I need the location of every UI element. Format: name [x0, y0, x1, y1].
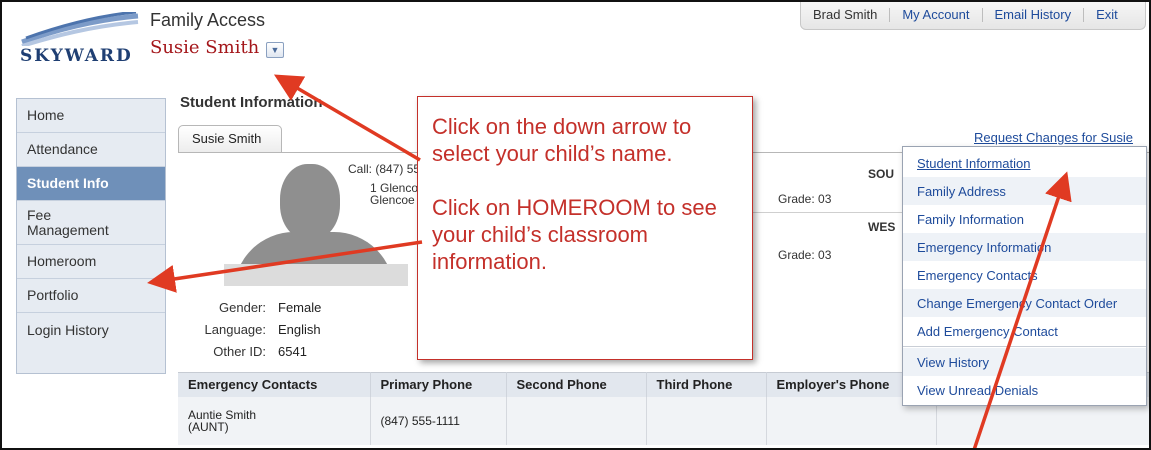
menu-item-emergency-information[interactable]: Emergency Information [903, 233, 1146, 261]
grade-2: Grade: 03 [778, 248, 831, 262]
gender-label: Gender: [219, 300, 266, 315]
other-id-value: 6541 [278, 344, 307, 359]
menu-item-emergency-contacts[interactable]: Emergency Contacts [903, 261, 1146, 289]
my-account-link[interactable]: My Account [890, 8, 983, 22]
menu-item-family-information[interactable]: Family Information [903, 205, 1146, 233]
grade-value: 03 [818, 192, 832, 206]
address-line-2: Glencoe [370, 193, 415, 207]
exit-link[interactable]: Exit [1084, 8, 1130, 22]
call-row: Call: (847) 55 [348, 162, 420, 176]
photo-caption-bar [224, 264, 408, 286]
sidebar-item-home[interactable]: Home [17, 99, 165, 133]
menu-item-view-unread-denials[interactable]: View Unread Denials [903, 376, 1146, 404]
sidebar-item-portfolio[interactable]: Portfolio [17, 279, 165, 313]
app-title: Family Access [150, 10, 266, 30]
column-header[interactable]: Emergency Contacts [178, 372, 371, 397]
callout-text-1: Click on the down arrow to select your c… [432, 114, 692, 166]
contact-relation: (AUNT) [188, 419, 229, 434]
arrow-to-name-dropdown [273, 74, 421, 162]
column-header[interactable]: Third Phone [646, 372, 767, 397]
sidebar-item-homeroom[interactable]: Homeroom [17, 245, 165, 279]
primary-phone-cell: (847) 555-1111 [370, 396, 507, 445]
student-name: Susie Smith [150, 37, 260, 58]
other-id-label: Other ID: [213, 344, 266, 359]
gender-value: Female [278, 300, 322, 315]
menu-item-add-emergency-contact[interactable]: Add Emergency Contact [903, 317, 1146, 345]
avatar-head [280, 164, 340, 240]
address: 1 Glenco Glencoe [370, 182, 418, 206]
current-user: Brad Smith [801, 8, 891, 22]
menu-item-family-address[interactable]: Family Address [903, 177, 1146, 205]
grade-label: Grade: [778, 248, 815, 262]
chevron-down-icon[interactable]: ▼ [266, 42, 284, 58]
contact-name-cell: Auntie Smith (AUNT) [178, 396, 371, 445]
logo-text: SKYWARD [20, 46, 133, 66]
email-history-link[interactable]: Email History [983, 8, 1085, 22]
call-label: Call: [348, 162, 373, 176]
request-changes-link[interactable]: Request Changes for Susie [974, 130, 1133, 145]
tab-student[interactable]: Susie Smith [178, 125, 282, 153]
skyward-logo: SKYWARD [20, 10, 140, 74]
grade-label: Grade: [778, 192, 815, 206]
logo-swoosh-icon [21, 10, 139, 48]
callout-text-2: Click on HOMEROOM to see your child’s cl… [432, 195, 717, 274]
school-name-1: SOU [868, 167, 895, 181]
sidebar-item-login-history[interactable]: Login History [17, 313, 165, 347]
sidebar-item-student-info[interactable]: Student Info [17, 167, 165, 201]
menu-item-student-information[interactable]: Student Information [903, 149, 1146, 177]
page-title: Student Information [180, 94, 323, 111]
sidebar-item-fee-management[interactable]: Fee Management [17, 201, 165, 245]
language-label: Language: [204, 322, 266, 337]
column-header[interactable]: Second Phone [506, 372, 647, 397]
header: SKYWARD Family Access Susie Smith ▼ Brad… [2, 2, 1149, 86]
third-phone-cell [646, 396, 767, 445]
second-phone-cell [506, 396, 647, 445]
sidebar-item-label: Fee Management [27, 206, 109, 238]
menu-item-change-contact-order[interactable]: Change Emergency Contact Order [903, 289, 1146, 317]
top-links-bar: Brad Smith My Account Email History Exit [800, 2, 1146, 30]
sidebar-item-attendance[interactable]: Attendance [17, 133, 165, 167]
menu-divider [903, 346, 1146, 347]
school-name-2: WES [868, 220, 896, 234]
menu-item-view-history[interactable]: View History [903, 348, 1146, 376]
language-value: English [278, 322, 321, 337]
divider [748, 212, 908, 213]
grade-value: 03 [818, 248, 832, 262]
sidebar: Home Attendance Student Info Fee Managem… [16, 98, 166, 374]
column-header[interactable]: Primary Phone [370, 372, 507, 397]
call-value: (847) 55 [375, 162, 421, 176]
student-info-menu: Student Information Family Address Famil… [902, 146, 1147, 406]
browser-frame: SKYWARD Family Access Susie Smith ▼ Brad… [0, 0, 1151, 450]
instruction-callout: Click on the down arrow to select your c… [417, 96, 753, 360]
contact-name: Auntie Smith [188, 407, 257, 422]
grade-1: Grade: 03 [778, 192, 831, 206]
